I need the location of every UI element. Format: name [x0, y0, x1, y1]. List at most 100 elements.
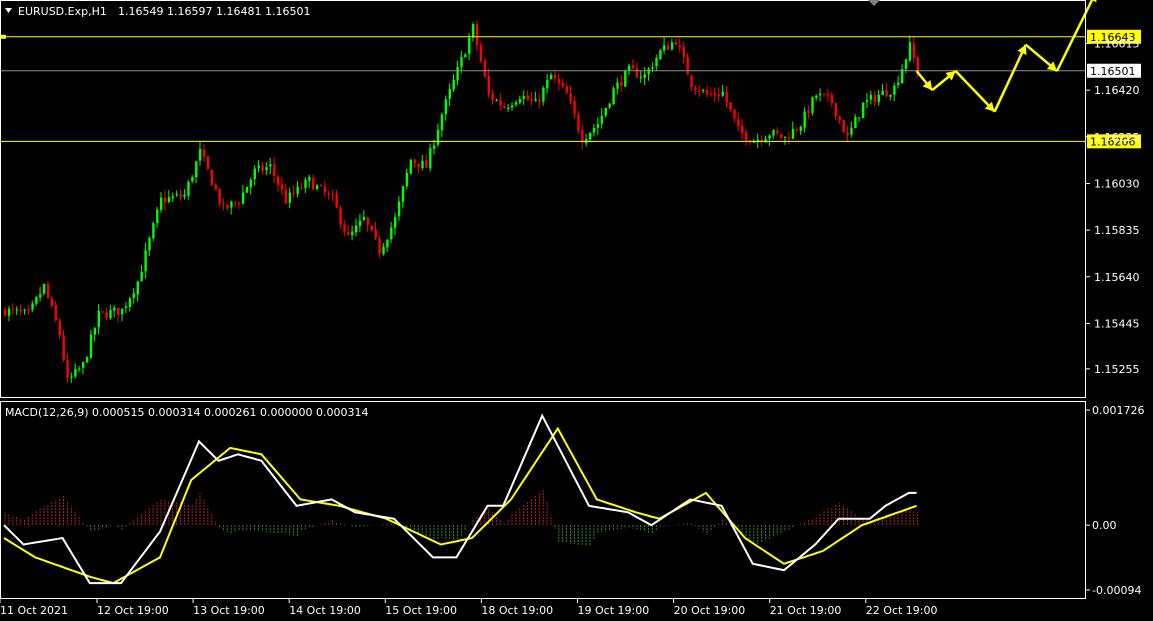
candle-body	[308, 176, 311, 181]
candle-body	[238, 203, 241, 205]
candle-body	[526, 95, 529, 100]
candle-body	[893, 85, 896, 95]
candle-body	[663, 45, 666, 51]
candle-body	[109, 310, 112, 319]
candle-body	[709, 93, 713, 95]
candle-body	[339, 207, 342, 225]
candle-body	[152, 223, 155, 239]
candle-body	[85, 357, 89, 363]
time-axis-label: 22 Oct 19:00	[866, 604, 938, 617]
candle-body	[421, 160, 424, 169]
candle-body	[249, 179, 253, 188]
candle-body	[912, 43, 916, 58]
ohlc-header: 1.16549 1.16597 1.16481 1.16501	[118, 5, 310, 18]
candle-body	[483, 60, 487, 76]
candle-body	[413, 159, 416, 163]
candle-body	[733, 109, 736, 119]
candle-body	[573, 100, 576, 114]
time-axis-label: 15 Oct 19:00	[385, 604, 457, 617]
candle-body	[550, 74, 553, 80]
candle-body	[370, 225, 373, 230]
candle-body	[97, 310, 100, 328]
candle-body	[31, 303, 34, 310]
candle-body	[834, 103, 838, 117]
candle-body	[694, 87, 697, 91]
candle-body	[390, 227, 393, 240]
candle-body	[803, 111, 806, 128]
candle-body	[674, 42, 678, 45]
candle-body	[624, 70, 627, 87]
candle-body	[897, 82, 900, 86]
candle-body	[659, 50, 662, 59]
candle-body	[534, 99, 537, 102]
candle-body	[183, 194, 186, 197]
candle-body	[745, 132, 748, 141]
candle-body	[136, 281, 139, 295]
candle-body	[74, 368, 77, 377]
candle-body	[479, 45, 483, 62]
candle-body	[405, 172, 409, 187]
candle-body	[288, 192, 292, 203]
candle-body	[620, 81, 623, 86]
candle-body	[667, 45, 670, 50]
candle-body	[245, 186, 249, 193]
macd-axis-label: -0.00094	[1092, 584, 1141, 597]
candle-body	[448, 89, 451, 99]
level-anchor-marker[interactable]	[1, 34, 6, 39]
candle-body	[589, 132, 592, 140]
candle-body	[4, 309, 7, 316]
candle-body	[904, 59, 908, 69]
macd-header: MACD(12,26,9) 0.000515 0.000314 0.000261…	[5, 406, 368, 419]
price-axis-label: 1.16420	[1094, 84, 1140, 97]
candle-body	[877, 94, 880, 102]
candle-body	[429, 148, 432, 169]
candle-body	[15, 309, 19, 311]
candle-body	[729, 102, 732, 110]
candle-body	[171, 196, 175, 198]
candle-body	[577, 114, 580, 131]
candle-body	[830, 94, 834, 104]
candle-body	[54, 305, 58, 321]
candle-body	[117, 307, 120, 316]
candle-body	[358, 220, 362, 226]
candle-body	[460, 56, 463, 68]
candle-body	[791, 128, 795, 139]
candle-body	[148, 238, 151, 251]
time-axis-label: 19 Oct 19:00	[578, 604, 650, 617]
candle-body	[382, 246, 385, 255]
candle-body	[58, 320, 61, 336]
time-axis-label: 20 Oct 19:00	[674, 604, 746, 617]
candle-body	[499, 99, 502, 106]
candle-body	[511, 105, 514, 108]
candle-body	[280, 184, 284, 190]
candle-body	[93, 328, 97, 335]
candle-body	[873, 95, 877, 102]
price-axis-label: 1.15640	[1094, 271, 1140, 284]
candle-body	[713, 92, 717, 96]
candle-body	[440, 114, 444, 131]
candle-body	[121, 308, 124, 315]
candle-body	[199, 148, 202, 161]
candle-body	[741, 125, 744, 133]
candle-body	[702, 89, 705, 91]
candle-body	[401, 186, 405, 203]
candle-body	[273, 164, 276, 176]
candle-body	[226, 204, 229, 209]
candle-body	[304, 179, 307, 188]
candle-body	[265, 167, 268, 171]
time-axis-label: 12 Oct 19:00	[97, 604, 169, 617]
candle-body	[351, 231, 354, 236]
candle-body	[553, 74, 557, 79]
candle-body	[784, 136, 787, 138]
candle-body	[436, 129, 440, 145]
candle-body	[643, 74, 646, 78]
candle-body	[542, 87, 545, 102]
time-axis-label: 18 Oct 19:00	[481, 604, 553, 617]
candle-body	[202, 149, 206, 157]
candle-body	[819, 93, 822, 96]
candle-body	[316, 185, 319, 189]
candle-body	[331, 194, 334, 196]
candle-body	[257, 165, 260, 168]
candle-body	[179, 194, 182, 197]
candle-body	[277, 176, 280, 185]
